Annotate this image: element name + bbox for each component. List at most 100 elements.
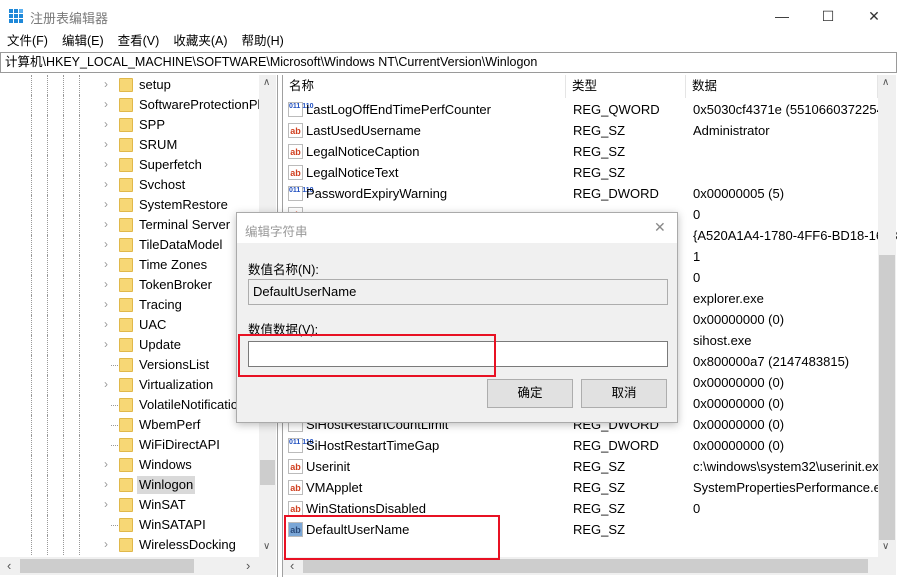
tree-item-spp[interactable]: › SPP: [0, 115, 259, 135]
tree-item-wirelessdocking[interactable]: › WirelessDocking: [0, 535, 259, 555]
tree-item-wifidirectapi[interactable]: WiFiDirectAPI: [0, 435, 259, 455]
tree-item-setup[interactable]: › setup: [0, 75, 259, 95]
tree-item-tracing[interactable]: › Tracing: [0, 295, 259, 315]
chevron-right-icon[interactable]: ›: [104, 177, 108, 191]
tree-item-label: TileDataModel: [139, 237, 223, 252]
folder-icon: [119, 318, 133, 332]
scroll-left-icon[interactable]: ‹: [7, 558, 11, 573]
tree-item-volatilenotifications[interactable]: VolatileNotifications: [0, 395, 259, 415]
value-type: REG_SZ: [573, 144, 626, 159]
chevron-right-icon[interactable]: ›: [104, 337, 108, 351]
tree-item-label: WirelessDocking: [139, 537, 236, 552]
tree-item-tiledatamodel[interactable]: › TileDataModel: [0, 235, 259, 255]
table-row[interactable]: ab LastUsedUsername REG_SZ Administrator: [283, 120, 878, 141]
value-type: REG_DWORD: [573, 186, 659, 201]
address-bar[interactable]: 计算机\HKEY_LOCAL_MACHINE\SOFTWARE\Microsof…: [0, 52, 897, 73]
scroll-up-icon[interactable]: ∧: [263, 77, 270, 88]
tree-item-label: SPP: [139, 117, 166, 132]
chevron-right-icon[interactable]: ›: [104, 137, 108, 151]
folder-icon: [119, 118, 133, 132]
chevron-right-icon[interactable]: ›: [104, 77, 108, 91]
tree-item-svchost[interactable]: › Svchost: [0, 175, 259, 195]
chevron-right-icon[interactable]: ›: [104, 477, 108, 491]
table-row[interactable]: ab Userinit REG_SZ c:\windows\system32\user…: [283, 456, 890, 477]
value-data: explorer.exe: [693, 291, 764, 306]
menu-help[interactable]: 帮助(H): [234, 32, 290, 52]
cancel-button[interactable]: 取消: [581, 379, 667, 408]
scroll-thumb[interactable]: [260, 460, 275, 485]
chevron-right-icon[interactable]: ›: [104, 197, 108, 211]
tree-item-label: WbemPerf: [139, 417, 201, 432]
string-value-icon: ab: [288, 459, 303, 474]
menu-edit[interactable]: 编辑(E): [55, 32, 111, 52]
tree-item-srum[interactable]: › SRUM: [0, 135, 259, 155]
tree-item-tokenbroker[interactable]: › TokenBroker: [0, 275, 259, 295]
window-title: 注册表编辑器: [30, 11, 109, 26]
menu-favorites[interactable]: 收藏夹(A): [166, 32, 234, 52]
chevron-right-icon[interactable]: ›: [104, 157, 108, 171]
table-row[interactable]: ab LegalNoticeText REG_SZ: [283, 162, 878, 183]
table-row[interactable]: 011 110 SiHostRestartTimeGap REG_DWORD 0x00…: [283, 435, 878, 456]
menu-view[interactable]: 查看(V): [111, 32, 167, 52]
chevron-right-icon[interactable]: ›: [104, 497, 108, 511]
tree-item-virtualization[interactable]: › Virtualization: [0, 375, 259, 395]
column-name[interactable]: 名称: [283, 75, 566, 98]
tree-item-uac[interactable]: › UAC: [0, 315, 259, 335]
scroll-thumb[interactable]: [20, 559, 194, 573]
scroll-thumb[interactable]: [879, 255, 895, 540]
scroll-right-icon[interactable]: ›: [246, 558, 250, 573]
tree-item-label: SoftwareProtectionPl: [139, 97, 261, 112]
values-vertical-scrollbar[interactable]: ∧ ∨: [878, 75, 896, 557]
scroll-left-icon[interactable]: ‹: [290, 558, 294, 573]
chevron-right-icon[interactable]: ›: [104, 257, 108, 271]
table-row[interactable]: 011 110 LastLogOffEndTimePerfCounter REG_Q…: [283, 99, 888, 120]
table-row[interactable]: 011 110 PasswordExpiryWarning REG_DWORD 0x0…: [283, 183, 878, 204]
tree-item-systemrestore[interactable]: › SystemRestore: [0, 195, 259, 215]
chevron-right-icon[interactable]: ›: [104, 97, 108, 111]
dialog-close-button[interactable]: ✕: [654, 219, 666, 236]
minimize-button[interactable]: —: [759, 0, 805, 32]
chevron-right-icon[interactable]: ›: [104, 217, 108, 231]
table-row[interactable]: ab LegalNoticeCaption REG_SZ: [283, 141, 878, 162]
tree-item-softwareprotectionpl[interactable]: › SoftwareProtectionPl: [0, 95, 261, 115]
value-name-field[interactable]: DefaultUserName: [248, 279, 668, 305]
value-name-label: 数值名称(N):: [248, 263, 319, 277]
tree-item-time-zones[interactable]: › Time Zones: [0, 255, 259, 275]
column-type[interactable]: 类型: [566, 75, 686, 98]
folder-icon: [119, 238, 133, 252]
chevron-right-icon[interactable]: ›: [104, 457, 108, 471]
tree-item-label: Windows: [139, 457, 192, 472]
close-button[interactable]: ✕: [851, 0, 897, 32]
chevron-right-icon[interactable]: ›: [104, 237, 108, 251]
chevron-right-icon[interactable]: ›: [104, 117, 108, 131]
ok-button[interactable]: 确定: [487, 379, 573, 408]
scroll-down-icon[interactable]: ∨: [263, 541, 270, 552]
tree-item-update[interactable]: › Update: [0, 335, 259, 355]
tree-item-superfetch[interactable]: › Superfetch: [0, 155, 259, 175]
value-type: REG_SZ: [573, 165, 626, 180]
column-data[interactable]: 数据: [686, 75, 878, 98]
tree-item-label: VersionsList: [139, 357, 210, 372]
scroll-up-icon[interactable]: ∧: [882, 77, 889, 88]
chevron-right-icon[interactable]: ›: [104, 537, 108, 551]
table-row[interactable]: ab VMApplet REG_SZ SystemPropertiesPerforma…: [283, 477, 895, 498]
chevron-right-icon[interactable]: ›: [104, 297, 108, 311]
tree-item-winsatapi[interactable]: WinSATAPI: [0, 515, 259, 535]
menu-file[interactable]: 文件(F): [0, 32, 55, 52]
tree-item-winsat[interactable]: › WinSAT: [0, 495, 259, 515]
chevron-right-icon[interactable]: ›: [104, 277, 108, 291]
scroll-thumb[interactable]: [303, 559, 868, 573]
string-value-icon: ab: [288, 501, 303, 516]
tree-item-terminal-server[interactable]: › Terminal Server: [0, 215, 259, 235]
tree-item-windows[interactable]: › Windows: [0, 455, 259, 475]
maximize-button[interactable]: ☐: [805, 0, 851, 32]
chevron-right-icon[interactable]: ›: [104, 317, 108, 331]
folder-icon: [119, 258, 133, 272]
tree-item-wbemperf[interactable]: WbemPerf: [0, 415, 259, 435]
tree-item-winlogon[interactable]: › Winlogon: [0, 475, 259, 495]
tree-item-versionslist[interactable]: VersionsList: [0, 355, 259, 375]
tree-item-label: Winlogon: [137, 476, 196, 494]
tree-horizontal-scrollbar[interactable]: ‹ ›: [0, 557, 276, 575]
scroll-down-icon[interactable]: ∨: [882, 541, 889, 552]
chevron-right-icon[interactable]: ›: [104, 377, 108, 391]
